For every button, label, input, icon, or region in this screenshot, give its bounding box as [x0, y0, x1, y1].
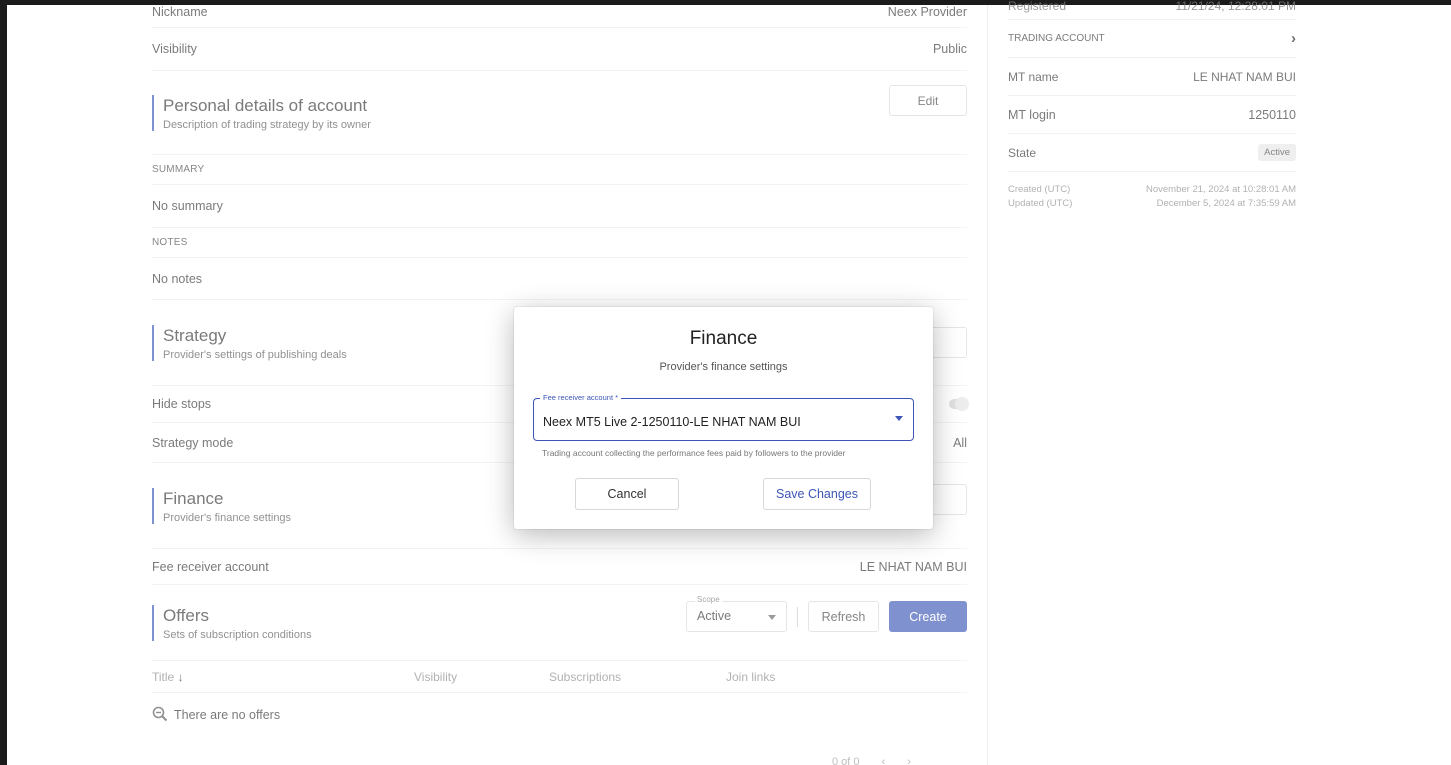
- dialog-subtitle: Provider's finance settings: [659, 361, 788, 373]
- fee-receiver-field-value: Neex MT5 Live 2-1250110-LE NHAT NAM BUI: [543, 415, 801, 429]
- dialog-title: Finance: [689, 328, 758, 349]
- finance-dialog: Finance Provider's finance settings Fee …: [514, 307, 933, 529]
- dropdown-arrow-icon: [895, 416, 903, 421]
- fee-receiver-select[interactable]: Fee receiver account * Neex MT5 Live 2-1…: [533, 393, 914, 441]
- save-changes-button[interactable]: Save Changes: [763, 478, 871, 510]
- fee-receiver-field-label: Fee receiver account *: [540, 393, 622, 403]
- cancel-button[interactable]: Cancel: [575, 478, 679, 510]
- fee-receiver-helper-text: Trading account collecting the performan…: [542, 448, 846, 458]
- window-frame-left: [0, 0, 7, 765]
